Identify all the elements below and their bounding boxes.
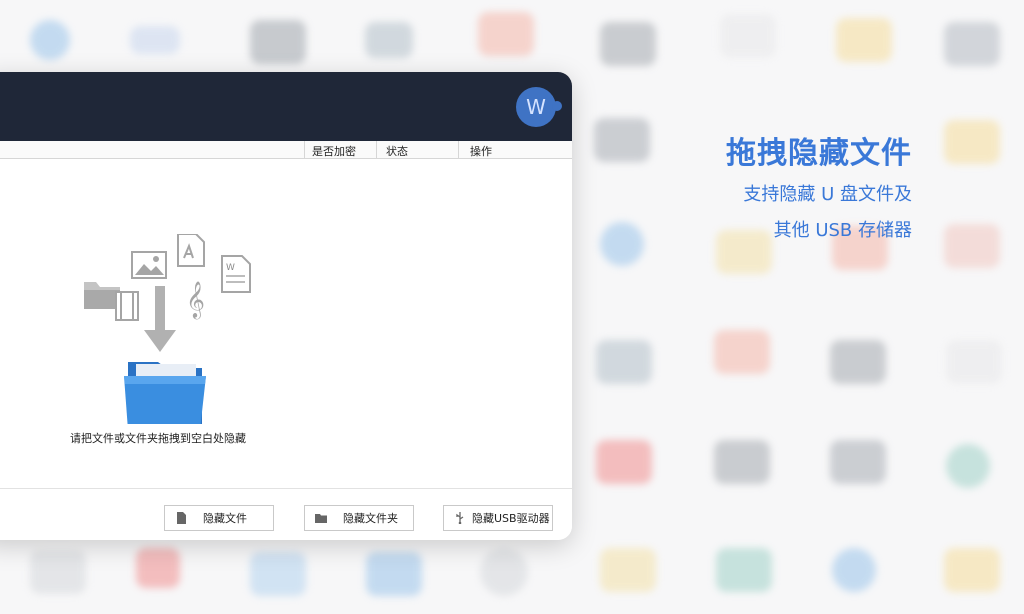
column-divider	[458, 141, 459, 159]
arrow-down-icon	[144, 286, 176, 352]
app-window: W 是否加密 状态 操作 W 𝄞 请把文件或文件夹拖拽到空白处隐藏 隐藏文件 隐…	[0, 72, 572, 540]
title-bar: W	[0, 72, 572, 141]
pdf-icon	[177, 234, 205, 267]
app-logo: W	[516, 87, 562, 127]
hide-usb-button[interactable]: 隐藏USB驱动器	[443, 505, 553, 531]
video-icon	[115, 291, 139, 321]
column-divider	[376, 141, 377, 159]
svg-text:𝄞: 𝄞	[186, 280, 205, 319]
usb-icon	[456, 512, 464, 524]
hide-file-button[interactable]: 隐藏文件	[164, 505, 274, 531]
file-icon	[177, 512, 186, 524]
music-icon: 𝄞	[186, 280, 205, 319]
folder-icon	[315, 514, 327, 523]
svg-text:W: W	[226, 263, 235, 273]
drag-files-illustration: W 𝄞	[84, 234, 251, 424]
hide-file-label: 隐藏文件	[203, 512, 247, 525]
action-bar: 隐藏文件 隐藏文件夹 隐藏USB驱动器	[0, 488, 572, 540]
drop-hint-text: 请把文件或文件夹拖拽到空白处隐藏	[70, 432, 246, 445]
promo-title: 拖拽隐藏文件	[726, 136, 912, 171]
blue-folder-icon	[124, 362, 206, 424]
column-divider	[304, 141, 305, 159]
column-action[interactable]: 操作	[470, 143, 492, 159]
file-list-header: 是否加密 状态 操作	[0, 141, 572, 159]
hide-usb-label: 隐藏USB驱动器	[472, 512, 550, 525]
document-icon: W	[221, 255, 251, 293]
promo-subtitle-line1: 支持隐藏 U 盘文件及	[743, 184, 912, 205]
image-icon	[131, 251, 167, 279]
promo-subtitle-line2: 其他 USB 存储器	[773, 220, 912, 241]
folder-icon	[84, 282, 120, 309]
column-status[interactable]: 状态	[386, 143, 408, 159]
hide-folder-label: 隐藏文件夹	[343, 512, 398, 525]
drop-zone[interactable]: W 𝄞 请把文件或文件夹拖拽到空白处隐藏	[0, 160, 572, 488]
column-encrypted[interactable]: 是否加密	[312, 143, 356, 159]
hide-folder-button[interactable]: 隐藏文件夹	[304, 505, 414, 531]
